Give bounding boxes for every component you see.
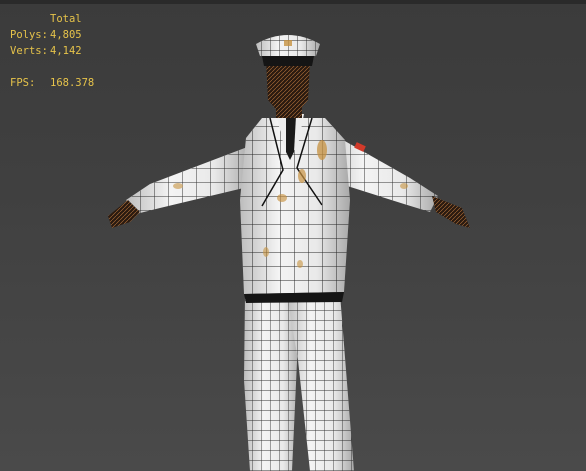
jacket (173, 114, 408, 303)
officer-cap (256, 35, 320, 66)
character-model[interactable] (0, 0, 586, 471)
head (266, 60, 310, 118)
3d-viewport[interactable]: Total Polys: 4,805 Verts: 4,142 FPS: 168… (0, 0, 586, 471)
trousers (244, 294, 354, 471)
